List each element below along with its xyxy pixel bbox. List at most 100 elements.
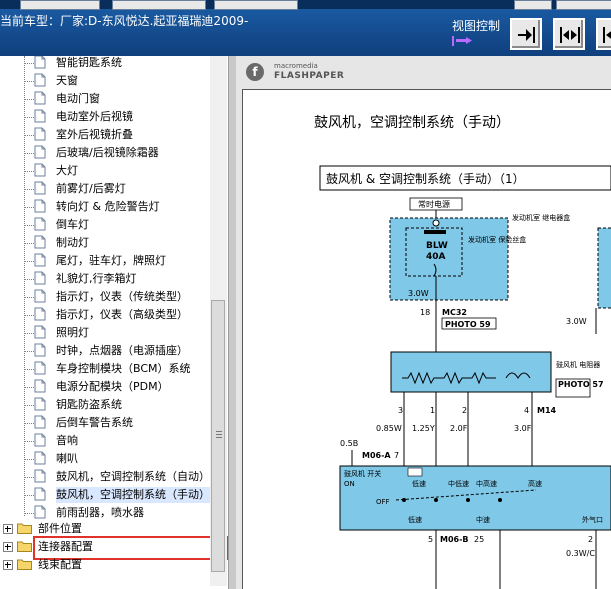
expand-plus-icon[interactable] — [3, 560, 13, 570]
folder-icon — [17, 559, 32, 570]
wire-label-1: 3.0W — [408, 289, 429, 298]
tab-stub-3[interactable] — [214, 0, 298, 10]
tree-item[interactable]: 电动门窗 — [0, 90, 210, 108]
document-icon — [34, 91, 46, 105]
pin-top-3: 2 — [462, 406, 467, 415]
tree-item-label: 室外后视镜折叠 — [56, 128, 133, 141]
tab-stub-5[interactable] — [556, 0, 611, 10]
tree-connector — [25, 477, 34, 478]
tree-connector — [25, 117, 34, 118]
tree-item[interactable]: 制动灯 — [0, 234, 210, 252]
tree-connector — [25, 351, 34, 352]
hot-label: 常时电源 — [418, 199, 450, 209]
expand-plus-icon[interactable] — [3, 542, 13, 552]
expand-plus-icon[interactable] — [3, 524, 13, 534]
document-viewer: f macromedia FLASHPAPER 鼓风机，空调控制系统（手动） 鼓… — [236, 56, 611, 589]
tree-item-label: 大灯 — [56, 164, 78, 177]
tree-folder[interactable]: 连接器配置 — [0, 538, 210, 556]
tree-folder[interactable]: 线束配置 — [0, 556, 210, 574]
document-icon — [34, 271, 46, 285]
wire-mid-4: 3.0F — [514, 424, 532, 433]
tree-connector — [25, 225, 34, 226]
tree-folder[interactable]: 部件位置 — [0, 520, 210, 538]
vehicle-title: 当前车型：厂家:D-东风悦达.起亚福瑞迪2009- — [0, 14, 249, 28]
tree-item[interactable]: 钥匙防盗系统 — [0, 396, 210, 414]
tree-item[interactable]: 鼓风机，空调控制系统（手动） — [0, 486, 210, 504]
tree-item[interactable]: 智能钥匙系统 — [0, 56, 210, 72]
document-icon — [34, 397, 46, 411]
tree-item-label: 天窗 — [56, 74, 78, 87]
sw-midhigh: 中高速 — [476, 479, 497, 488]
tree-item[interactable]: 音响 — [0, 432, 210, 450]
tree-item[interactable]: 电源分配模块（PDM） — [0, 378, 210, 396]
grip-line — [216, 431, 222, 432]
tree-item-label: 喇叭 — [56, 452, 78, 465]
conn-mc32: MC32 — [442, 308, 467, 317]
view-mini-icon — [452, 36, 472, 46]
tab-stub-2[interactable] — [112, 0, 206, 10]
document-icon — [34, 469, 46, 483]
tree-connector — [25, 387, 34, 388]
scrollbar-thumb[interactable] — [211, 300, 225, 572]
tree-item[interactable]: 照明灯 — [0, 324, 210, 342]
tree-item[interactable]: 前雾灯/后雾灯 — [0, 180, 210, 198]
pin-top-2: 1 — [430, 406, 435, 415]
fuse-amp: 40A — [426, 252, 446, 262]
tree-item-label: 前雨刮器，喷水器 — [56, 506, 144, 519]
tree-item[interactable]: 鼓风机，空调控制系统（自动） — [0, 468, 210, 486]
tree-item[interactable]: 后倒车警告系统 — [0, 414, 210, 432]
tree-item[interactable]: 电动室外后视镜 — [0, 108, 210, 126]
tree-item[interactable]: 喇叭 — [0, 450, 210, 468]
tab-stub-1[interactable] — [20, 0, 100, 10]
tree-item[interactable]: 尾灯，驻车灯，牌照灯 — [0, 252, 210, 270]
fuse-bar — [424, 230, 446, 234]
fit-width-button[interactable] — [510, 18, 542, 50]
tree-item-label: 礼貌灯,行李箱灯 — [56, 272, 137, 285]
category-tree: 智能钥匙系统天窗电动门窗电动室外后视镜 室外后视镜折叠后玻璃/后视镜除霜器大灯前雾… — [0, 56, 228, 589]
wire-label-2: 3.0W — [566, 317, 587, 326]
fit-page-button[interactable] — [553, 18, 585, 50]
conn-m06a: M06-A — [362, 451, 391, 460]
tree-item[interactable]: 时钟，点烟器（电源插座） — [0, 342, 210, 360]
tree-item[interactable]: 室外后视镜折叠 — [0, 126, 210, 144]
tree-item[interactable]: 转向灯 & 危险警告灯 — [0, 198, 210, 216]
tree-item-label: 电动室外后视镜 — [56, 110, 133, 123]
document-icon — [34, 109, 46, 123]
tree-item[interactable]: 大灯 — [0, 162, 210, 180]
wire-mid-1: 0.85W — [376, 424, 402, 433]
pin-top-1: 3 — [398, 406, 403, 415]
tree-item-label: 时钟，点烟器（电源插座） — [56, 344, 188, 357]
document-icon — [34, 361, 46, 375]
top-toolbar: 当前车型：厂家:D-东风悦达.起亚福瑞迪2009- 视图控制 — [0, 0, 611, 56]
fit-both-icon — [560, 27, 580, 43]
document-icon — [34, 163, 46, 177]
tab-stub-4[interactable] — [514, 0, 552, 10]
view-extra-button[interactable] — [596, 18, 611, 50]
pin-5: 5 — [428, 535, 433, 544]
document-icon — [34, 415, 46, 429]
tree-connector — [25, 99, 34, 100]
sw-low: 低速 — [412, 479, 426, 488]
tree-item[interactable]: 天窗 — [0, 72, 210, 90]
document-icon — [34, 199, 46, 213]
tree-item[interactable]: 礼貌灯,行李箱灯 — [0, 270, 210, 288]
tree-item[interactable]: 倒车灯 — [0, 216, 210, 234]
document-icon — [34, 325, 46, 339]
pin-2: 2 — [588, 535, 593, 544]
tree-item[interactable]: 指示灯，仪表（传统类型） — [0, 288, 210, 306]
tree-scrollbar[interactable] — [210, 56, 227, 586]
document-icon — [34, 73, 46, 87]
fuse-note2: 发动机室 继电器盒 — [512, 213, 570, 222]
document-icon — [34, 505, 46, 519]
tree-connector — [25, 441, 34, 442]
grip-line — [216, 437, 222, 438]
tree-item[interactable]: 指示灯，仪表（高级类型） — [0, 306, 210, 324]
tree-item-label: 指示灯，仪表（传统类型） — [56, 290, 188, 303]
tree-item[interactable]: 车身控制模块（BCM）系统 — [0, 360, 210, 378]
tree-item[interactable]: 后玻璃/后视镜除霜器 — [0, 144, 210, 162]
tree-connector — [25, 495, 34, 496]
photo-59: PHOTO 59 — [445, 320, 491, 329]
switch-on: ON — [344, 480, 355, 488]
tree-connector — [25, 369, 34, 370]
tree-connector — [25, 279, 34, 280]
